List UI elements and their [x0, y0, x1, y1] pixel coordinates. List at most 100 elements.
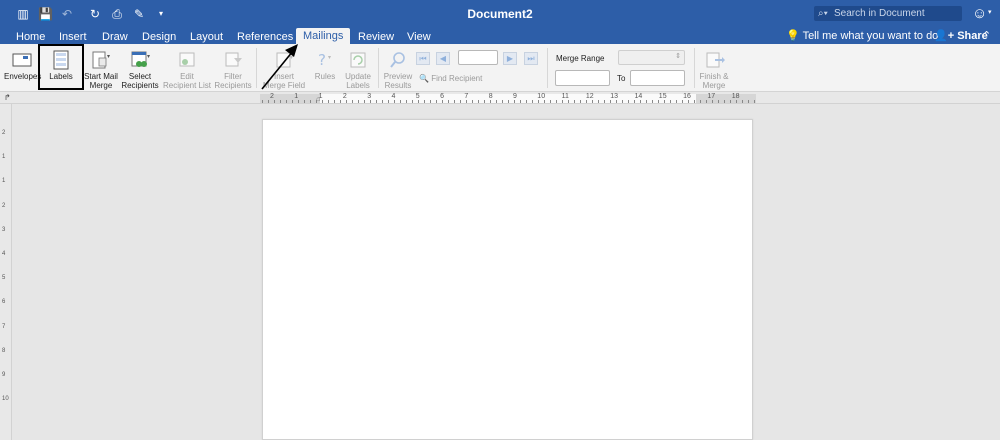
update-labels-label-1: Update	[345, 72, 371, 81]
ruler-tick	[532, 100, 533, 103]
tab-view[interactable]: View	[407, 31, 431, 44]
finish-merge-icon	[706, 52, 725, 68]
ruler-tick	[442, 100, 443, 103]
ruler-tick	[664, 100, 665, 103]
ruler-tick	[742, 100, 743, 103]
ruler-tick	[370, 100, 371, 103]
ruler-tick	[334, 100, 335, 103]
insert-merge-field-label-2: Merge Field	[262, 81, 306, 90]
ruler-tick	[310, 100, 311, 103]
labels-highlight-box	[38, 44, 84, 90]
magnifier-icon	[390, 52, 405, 68]
ruler-tick	[412, 100, 413, 103]
vertical-ruler-number: 2	[2, 202, 6, 209]
search-icon: ⌕▾	[818, 8, 828, 19]
ruler-tick	[472, 100, 473, 103]
ruler-tick	[730, 100, 731, 103]
ruler-tick	[736, 100, 737, 103]
ruler-tick	[322, 100, 323, 103]
mail-merge-icon: ▾	[92, 51, 110, 69]
edit-recipient-list-button[interactable]: Edit Recipient List	[162, 50, 212, 90]
last-record-icon: ⏭	[527, 54, 535, 63]
tell-me-box[interactable]: 💡 Tell me what you want to do	[786, 30, 938, 43]
insert-merge-field-button[interactable]: ▾ Insert Merge Field	[262, 50, 306, 90]
vertical-ruler-number: 4	[2, 251, 6, 257]
edit-recipient-list-label-1: Edit	[180, 72, 194, 81]
filter-recipients-label-2: Recipients	[214, 81, 252, 90]
ruler-tick	[292, 100, 293, 103]
tab-draw[interactable]: Draw	[102, 31, 128, 44]
envelopes-button[interactable]: Envelopes	[4, 50, 41, 81]
tab-stop-icon[interactable]: ↱	[4, 93, 11, 102]
ruler-tick	[568, 100, 569, 103]
ruler-tick	[382, 100, 383, 103]
ruler-tick	[406, 100, 407, 103]
record-number-input[interactable]	[458, 50, 498, 65]
tab-insert[interactable]: Insert	[59, 31, 87, 44]
merge-field-icon: ▾	[276, 52, 293, 68]
ruler-tick	[508, 100, 509, 103]
last-record-button[interactable]: ⏭	[524, 52, 538, 65]
tab-home[interactable]: Home	[16, 31, 45, 44]
previous-record-icon: ◀	[439, 54, 447, 63]
ruler-tick	[304, 100, 305, 103]
ruler-tick	[670, 100, 671, 103]
ruler-tick	[430, 100, 431, 103]
preview-results-button[interactable]: Preview Results	[381, 50, 415, 90]
filter-recipients-button[interactable]: Filter Recipients	[213, 50, 253, 90]
ruler-tick	[286, 100, 287, 103]
ruler-tick	[646, 100, 647, 103]
next-record-icon: ▶	[506, 54, 514, 63]
tab-references[interactable]: References	[237, 31, 293, 44]
tab-mailings[interactable]: Mailings	[296, 28, 351, 44]
lightbulb-icon: 💡	[786, 30, 803, 42]
merge-range-from-input[interactable]	[555, 70, 610, 86]
ruler-tick	[364, 100, 365, 103]
merge-range-select[interactable]: ⇕	[618, 50, 685, 65]
insert-merge-field-label-1: Insert	[273, 72, 294, 81]
ruler-tick	[616, 100, 617, 103]
next-record-button[interactable]: ▶	[503, 52, 517, 65]
rules-button[interactable]: ? ▾ Rules	[310, 50, 340, 81]
ruler-tick	[298, 100, 299, 103]
chevron-down-icon[interactable]: ▾	[988, 8, 992, 16]
svg-text:▾: ▾	[147, 54, 150, 60]
envelope-icon	[12, 53, 32, 67]
ruler-tick	[502, 100, 503, 103]
ruler-tick	[448, 100, 449, 103]
ribbon-separator	[694, 48, 695, 88]
vertical-ruler-number: 9	[2, 372, 6, 378]
tab-layout[interactable]: Layout	[190, 31, 223, 44]
ribbon-separator	[547, 48, 548, 88]
ribbon-separator	[378, 48, 379, 88]
search-input[interactable]: ⌕▾ Search in Document	[814, 6, 962, 21]
ruler-tick	[328, 100, 329, 103]
feedback-smiley-icon[interactable]: ☺	[972, 5, 987, 23]
document-page[interactable]	[262, 119, 753, 440]
ruler-tick	[418, 100, 419, 103]
share-button[interactable]: 👤+ Share	[934, 30, 988, 43]
finish-merge-button[interactable]: Finish & Merge	[697, 50, 731, 90]
ruler-tick	[754, 100, 755, 103]
stepper-icon: ⇕	[675, 53, 681, 60]
ruler-tick	[622, 100, 623, 103]
select-recipients-button[interactable]: ▾ Select Recipients	[120, 50, 160, 90]
tab-review[interactable]: Review	[358, 31, 394, 44]
ruler-tick	[424, 100, 425, 103]
find-recipient-button[interactable]: 🔍 Find Recipient	[419, 74, 482, 83]
previous-record-button[interactable]: ◀	[436, 52, 450, 65]
filter-recipients-label-1: Filter	[224, 72, 242, 81]
update-labels-button[interactable]: Update Labels	[341, 50, 375, 90]
rules-label: Rules	[314, 72, 336, 81]
start-mail-merge-button[interactable]: ▾ Start Mail Merge	[83, 50, 119, 90]
ruler-tick	[598, 100, 599, 103]
preview-results-label-1: Preview	[383, 72, 413, 81]
first-record-button[interactable]: ⏮	[416, 52, 430, 65]
start-mail-merge-label-1: Start Mail	[84, 72, 118, 81]
tab-design[interactable]: Design	[142, 31, 176, 44]
collapse-ribbon-icon[interactable]: ⌃	[982, 29, 991, 42]
ruler-tick	[694, 100, 695, 103]
merge-range-to-input[interactable]	[630, 70, 685, 86]
ruler-number: 16	[683, 93, 691, 100]
title-bar: ▥ 💾 ↶ ↻ ⎙ ✎ ▾ Document2 ⌕▾ Search in Doc…	[0, 0, 1000, 28]
